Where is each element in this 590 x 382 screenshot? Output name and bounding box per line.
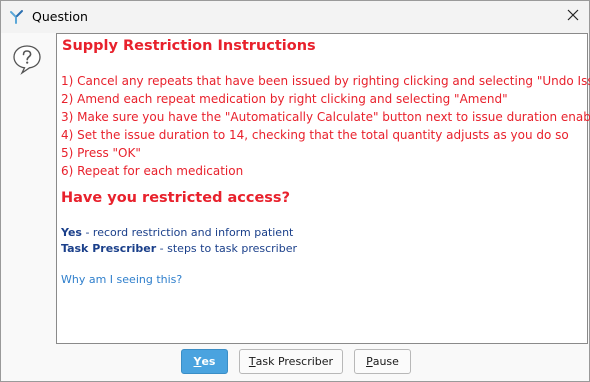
task-prescriber-button-label: ask Prescriber bbox=[255, 355, 334, 368]
instruction-step-1: 1) Cancel any repeats that have been iss… bbox=[61, 74, 590, 88]
close-button[interactable] bbox=[559, 3, 587, 31]
instruction-step-5: 5) Press "OK" bbox=[61, 146, 141, 160]
option-yes-description: - record restriction and inform patient bbox=[81, 226, 294, 239]
instruction-step-4: 4) Set the issue duration to 14, checkin… bbox=[61, 128, 569, 142]
title-bar: Question bbox=[1, 1, 589, 33]
instruction-step-2: 2) Amend each repeat medication by right… bbox=[61, 92, 508, 106]
option-task-prescriber[interactable]: Task Prescriber - steps to task prescrib… bbox=[61, 241, 297, 257]
yes-button-mnemonic: Y bbox=[193, 355, 202, 368]
option-task-prescriber-description: - steps to task prescriber bbox=[156, 242, 298, 255]
yes-button-label: es bbox=[201, 355, 216, 368]
task-prescriber-button-mnemonic: T bbox=[248, 355, 256, 368]
options-list: Yes - record restriction and inform pati… bbox=[61, 225, 297, 257]
pause-button-label: ause bbox=[372, 355, 399, 368]
yes-button[interactable]: Yes bbox=[181, 349, 228, 374]
question-dialog: Question Supply Restriction Instructions… bbox=[0, 0, 590, 382]
question-heading: Have you restricted access? bbox=[61, 190, 290, 206]
instructions-heading: Supply Restriction Instructions bbox=[62, 38, 316, 54]
instruction-step-6: 6) Repeat for each medication bbox=[61, 164, 244, 178]
close-icon[interactable] bbox=[567, 8, 579, 26]
window-title: Question bbox=[32, 9, 88, 24]
option-task-prescriber-label: Task Prescriber bbox=[61, 242, 157, 255]
option-yes-label: Yes bbox=[61, 226, 82, 239]
task-prescriber-button[interactable]: Task Prescriber bbox=[239, 349, 343, 374]
message-panel: Supply Restriction Instructions 1) Cance… bbox=[56, 33, 590, 344]
question-bubble-icon bbox=[11, 43, 43, 75]
instructions-list: 1) Cancel any repeats that have been iss… bbox=[61, 72, 590, 180]
app-logo-icon bbox=[9, 9, 25, 25]
why-am-i-seeing-this-link[interactable]: Why am I seeing this? bbox=[61, 273, 182, 286]
option-yes[interactable]: Yes - record restriction and inform pati… bbox=[61, 225, 297, 241]
pause-button-mnemonic: P bbox=[366, 355, 373, 368]
pause-button[interactable]: Pause bbox=[354, 349, 411, 374]
instruction-step-3: 3) Make sure you have the "Automatically… bbox=[61, 110, 590, 124]
